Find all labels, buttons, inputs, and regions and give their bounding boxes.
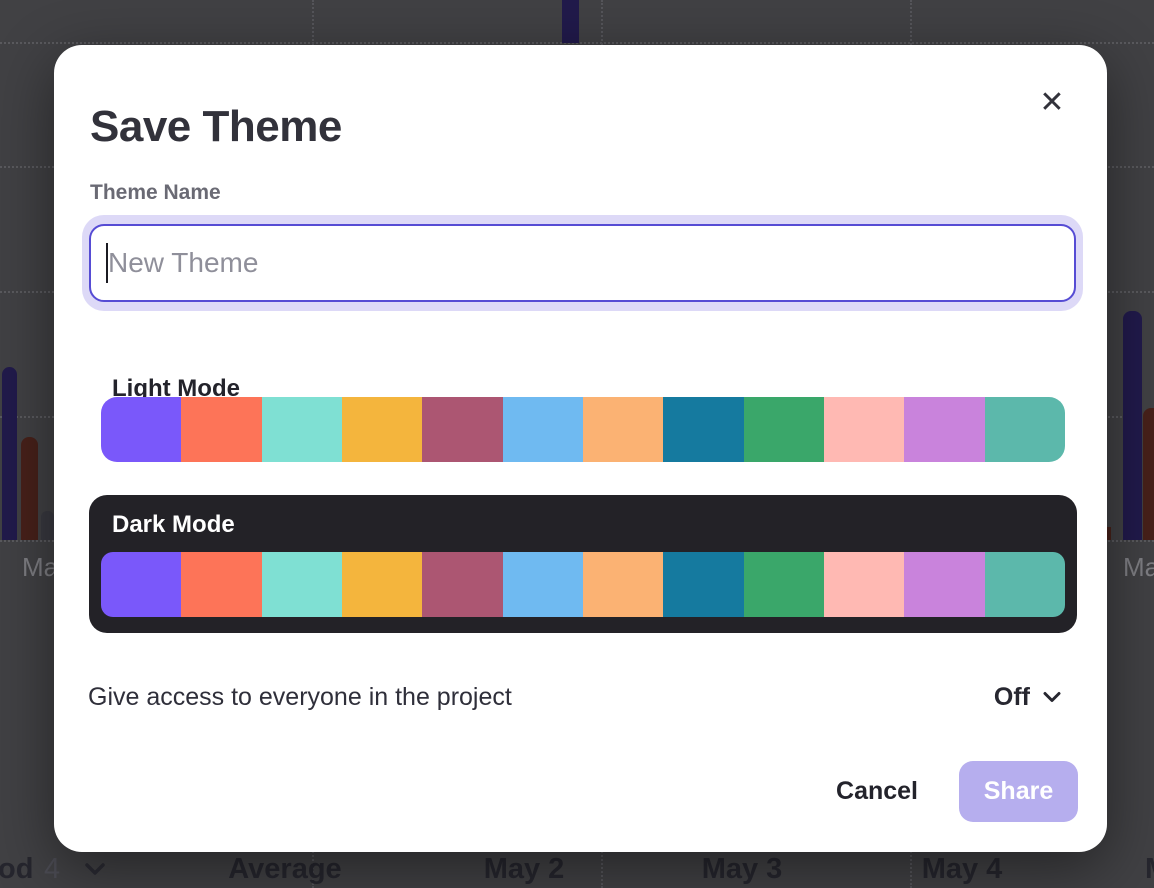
access-value: Off [994, 683, 1030, 712]
palette-swatch [342, 397, 422, 462]
column-header-truncated: M [1145, 853, 1154, 886]
palette-swatch [985, 552, 1065, 617]
palette-swatch [503, 397, 583, 462]
share-button[interactable]: Share [959, 761, 1078, 822]
theme-name-field [89, 224, 1076, 302]
palette-swatch [181, 552, 261, 617]
chevron-down-icon [1043, 691, 1061, 703]
chart-bar [1123, 311, 1142, 540]
save-theme-dialog: Save Theme ✕ Theme Name Light Mode Dark … [54, 45, 1107, 852]
period-selector-truncated: od [0, 853, 33, 886]
theme-name-label: Theme Name [90, 181, 221, 205]
access-dropdown[interactable]: Off [994, 683, 1061, 712]
dark-mode-label: Dark Mode [112, 511, 235, 539]
theme-name-input[interactable] [91, 226, 1074, 300]
palette-swatch [663, 552, 743, 617]
access-row: Give access to everyone in the project O… [88, 677, 1061, 717]
palette-swatch [422, 397, 502, 462]
column-header-may4: May 4 [922, 853, 1003, 886]
palette-swatch [663, 397, 743, 462]
palette-swatch [262, 552, 342, 617]
palette-swatch [583, 552, 663, 617]
chart-bar [1107, 527, 1111, 540]
palette-swatch [342, 552, 422, 617]
chart-bar [1143, 408, 1154, 540]
access-label: Give access to everyone in the project [88, 683, 512, 712]
column-header-may3: May 3 [702, 853, 783, 886]
palette-swatch [744, 552, 824, 617]
dialog-footer: Cancel Share [836, 761, 1078, 822]
chevron-down-icon [84, 862, 106, 881]
chart-bar [41, 511, 54, 540]
palette-swatch [824, 397, 904, 462]
cancel-button[interactable]: Cancel [836, 777, 918, 806]
light-mode-palette [101, 397, 1065, 462]
palette-swatch [583, 397, 663, 462]
text-caret [106, 243, 108, 283]
palette-swatch [904, 552, 984, 617]
palette-swatch [824, 552, 904, 617]
theme-name-focus-ring [82, 215, 1083, 311]
dark-mode-card: Dark Mode [89, 495, 1077, 633]
palette-swatch [904, 397, 984, 462]
palette-swatch [985, 397, 1065, 462]
chart-bar [2, 367, 17, 540]
chart-bar [562, 0, 579, 43]
close-icon: ✕ [1039, 85, 1064, 120]
close-button[interactable]: ✕ [1030, 81, 1074, 125]
period-number: 4 [44, 853, 60, 886]
column-header-average: Average [228, 853, 341, 886]
chart-bar [21, 437, 38, 540]
dark-mode-palette [101, 552, 1065, 617]
palette-swatch [503, 552, 583, 617]
palette-swatch [422, 552, 502, 617]
palette-swatch [744, 397, 824, 462]
palette-swatch [181, 397, 261, 462]
palette-swatch [101, 397, 181, 462]
column-header-may2: May 2 [484, 853, 565, 886]
palette-swatch [262, 397, 342, 462]
x-axis-label-right: May [1123, 552, 1154, 583]
palette-swatch [101, 552, 181, 617]
